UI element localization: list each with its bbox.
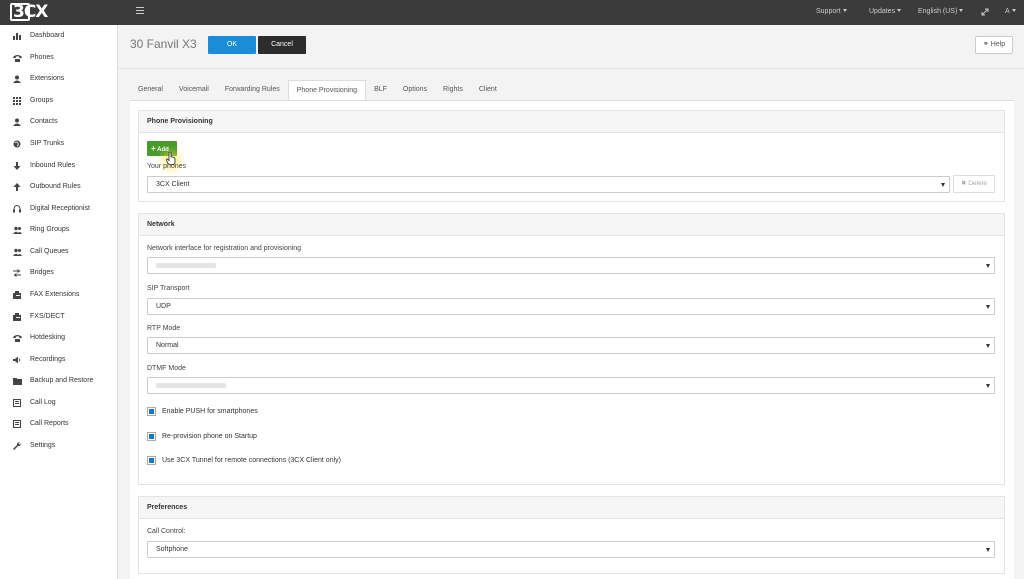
ok-button[interactable]: OK	[208, 36, 256, 54]
sidebar-item-dashboard[interactable]: Dashboard	[0, 25, 118, 46]
your-phones-select[interactable]: 3CX Client	[147, 176, 950, 193]
sidebar-item-settings[interactable]: Settings	[0, 435, 118, 456]
call-control-label: Call Control:	[147, 528, 186, 535]
sidebar-item-bridges[interactable]: Bridges	[0, 262, 118, 283]
chevron-down-icon	[986, 305, 990, 309]
top-bar: 3CX Support Updates English (US) A	[0, 0, 1024, 25]
list-icon	[12, 398, 22, 408]
network-interface-select[interactable]	[147, 257, 995, 274]
language-menu[interactable]: English (US)	[918, 8, 964, 15]
push-checkbox-row[interactable]: Enable PUSH for smartphones	[147, 406, 258, 416]
globe-icon	[12, 139, 22, 149]
tab-general[interactable]: General	[130, 80, 171, 100]
sidebar-item-sip-trunks[interactable]: SIP Trunks	[0, 133, 118, 154]
page-title: 30 Fanvil X3	[130, 37, 197, 51]
redacted-value	[156, 382, 226, 388]
tunnel-checkbox[interactable]	[147, 455, 156, 465]
phone-icon	[12, 53, 22, 63]
tab-divider	[130, 100, 1014, 101]
panel-heading: Preferences	[139, 497, 1004, 519]
sidebar-item-digital-receptionist[interactable]: Digital Receptionist	[0, 198, 118, 219]
contact-icon	[12, 117, 22, 127]
cancel-button[interactable]: Cancel	[258, 36, 306, 54]
wrench-icon	[12, 441, 22, 451]
tab-client[interactable]: Client	[471, 80, 505, 100]
sidebar-item-backup-restore[interactable]: Backup and Restore	[0, 370, 118, 391]
reprovision-checkbox[interactable]	[147, 431, 156, 441]
chevron-down-icon	[986, 548, 990, 552]
user-icon	[12, 74, 22, 84]
tab-rights[interactable]: Rights	[435, 80, 471, 100]
sidebar-item-ring-groups[interactable]: Ring Groups	[0, 219, 118, 240]
reprovision-checkbox-row[interactable]: Re-provision phone on Startup	[147, 431, 257, 441]
arrow-down-icon	[12, 161, 22, 171]
updates-menu[interactable]: Updates	[869, 8, 902, 15]
help-button[interactable]: ⚭ Help	[975, 36, 1013, 54]
dtmf-mode-select[interactable]	[147, 377, 995, 394]
report-icon	[12, 419, 22, 429]
user-menu[interactable]: A	[1005, 8, 1016, 15]
tab-blf[interactable]: BLF	[366, 80, 395, 100]
your-phones-label: Your phones	[147, 163, 187, 170]
tab-options[interactable]: Options	[395, 80, 435, 100]
sidebar-item-call-queues[interactable]: Call Queues	[0, 241, 118, 262]
sidebar-item-extensions[interactable]: Extensions	[0, 68, 118, 89]
close-icon: ✖	[960, 180, 967, 187]
chevron-down-icon	[941, 183, 945, 187]
sidebar-item-groups[interactable]: Groups	[0, 90, 118, 111]
sidebar-item-call-reports[interactable]: Call Reports	[0, 413, 118, 434]
fax-icon	[12, 312, 22, 322]
arrow-up-icon	[12, 182, 22, 192]
sip-transport-label: SIP Transport	[147, 285, 190, 292]
sidebar-item-recordings[interactable]: Recordings	[0, 349, 118, 370]
chevron-down-icon	[986, 344, 990, 348]
sidebar-item-inbound-rules[interactable]: Inbound Rules	[0, 155, 118, 176]
grid-icon	[12, 96, 22, 106]
headset-icon	[12, 204, 22, 214]
phone-icon	[12, 333, 22, 343]
menu-toggle-icon[interactable]	[136, 7, 144, 16]
volume-icon	[12, 355, 22, 365]
tab-voicemail[interactable]: Voicemail	[171, 80, 217, 100]
rtp-mode-label: RTP Mode	[147, 325, 181, 332]
folder-icon	[12, 376, 22, 386]
tunnel-checkbox-row[interactable]: Use 3CX Tunnel for remote connections (3…	[147, 455, 341, 465]
sidebar-item-call-log[interactable]: Call Log	[0, 392, 118, 413]
push-checkbox[interactable]	[147, 406, 156, 416]
fullscreen-icon[interactable]	[981, 8, 989, 18]
users-icon	[12, 225, 22, 235]
sidebar-item-hotdesking[interactable]: Hotdesking	[0, 327, 118, 348]
plus-icon: +	[151, 144, 156, 153]
panel-heading: Network	[139, 214, 1004, 236]
rtp-mode-select[interactable]: Normal	[147, 337, 995, 354]
preferences-panel: Preferences	[138, 496, 1005, 574]
3cx-logo[interactable]: 3CX	[10, 2, 62, 22]
sidebar-item-fxs-dect[interactable]: FXS/DECT	[0, 306, 118, 327]
call-control-select[interactable]: Softphone	[147, 541, 995, 558]
sidebar-item-fax-extensions[interactable]: FAX Extensions	[0, 284, 118, 305]
panel-heading: Phone Provisioning	[139, 111, 1004, 133]
delete-button[interactable]: ✖ Delete	[953, 175, 995, 193]
chevron-down-icon	[986, 384, 990, 388]
sidebar: Dashboard Phones Extensions Groups Conta…	[0, 25, 118, 579]
network-interface-label: Network interface for registration and p…	[147, 245, 302, 252]
tab-phone-provisioning[interactable]: Phone Provisioning	[287, 80, 367, 100]
users-icon	[12, 247, 22, 257]
bar-chart-icon	[12, 31, 22, 41]
tab-bar: General Voicemail Forwarding Rules Phone…	[130, 80, 505, 100]
dtmf-mode-label: DTMF Mode	[147, 365, 186, 372]
tab-forwarding-rules[interactable]: Forwarding Rules	[217, 80, 288, 100]
fax-icon	[12, 290, 22, 300]
sidebar-item-contacts[interactable]: Contacts	[0, 111, 118, 132]
redacted-value	[156, 262, 216, 268]
globe-icon: ⚭	[982, 41, 989, 48]
page-header: 30 Fanvil X3 OK Cancel ⚭ Help	[118, 25, 1024, 69]
sip-transport-select[interactable]: UDP	[147, 298, 995, 315]
exchange-icon	[12, 268, 22, 278]
chevron-down-icon	[986, 264, 990, 268]
support-menu[interactable]: Support	[816, 8, 847, 15]
sidebar-item-phones[interactable]: Phones	[0, 47, 118, 68]
sidebar-item-outbound-rules[interactable]: Outbound Rules	[0, 176, 118, 197]
